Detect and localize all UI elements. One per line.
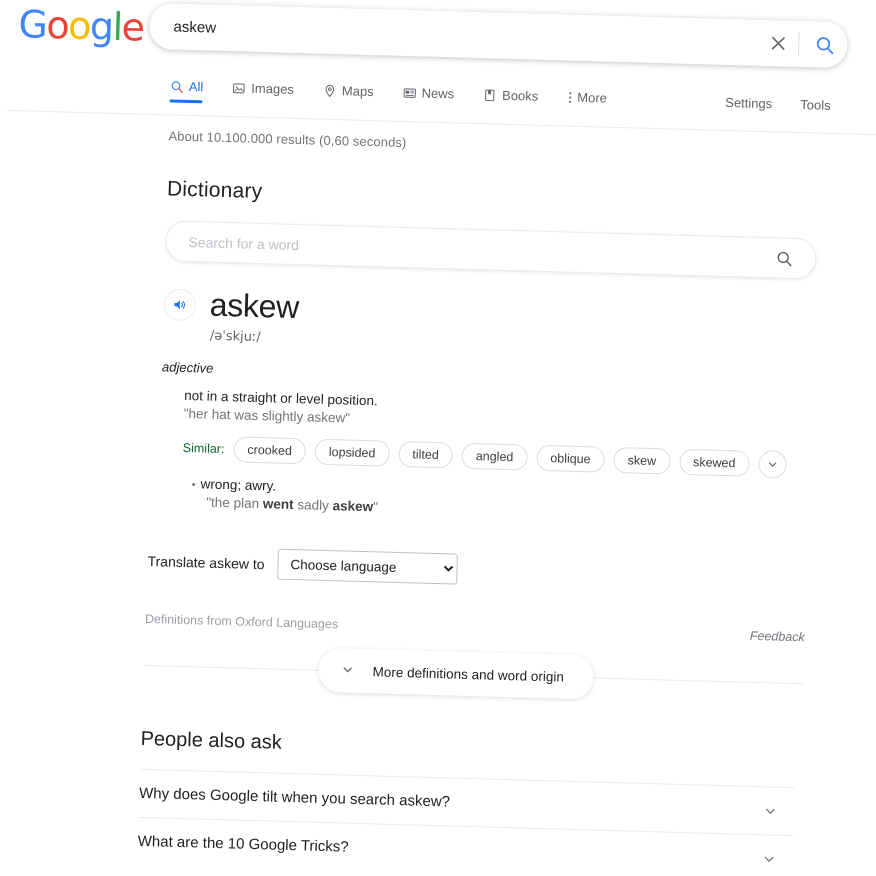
askew-rotated-page: Google askew All Images Maps News Books … (0, 0, 876, 876)
tab-news-label: News (421, 85, 455, 102)
close-icon[interactable] (760, 25, 797, 62)
nav-right-links: Settings Tools (725, 95, 831, 113)
subsense-definition: wrong; awry. (200, 476, 277, 494)
news-icon (402, 85, 416, 99)
search-icon (170, 79, 184, 93)
tab-more-label: More (577, 89, 608, 106)
example-bold-went: went (262, 496, 294, 513)
example-bold-askew: askew (332, 498, 374, 515)
speaker-icon[interactable] (163, 287, 197, 321)
kebab-icon (567, 90, 572, 104)
chevron-down-icon[interactable] (758, 450, 787, 479)
more-definitions-button[interactable]: More definitions and word origin (318, 647, 595, 700)
paa-question: What are the 10 Google Tricks? (137, 832, 349, 856)
synonym-chip[interactable]: angled (461, 442, 528, 471)
dictionary-section-title: Dictionary (166, 177, 263, 204)
tab-all[interactable]: All (169, 76, 204, 103)
synonym-chip[interactable]: oblique (535, 444, 605, 473)
more-definitions-wrap: More definitions and word origin (143, 643, 804, 705)
chevron-down-icon[interactable] (763, 803, 794, 819)
headword: askew (209, 286, 300, 326)
search-icon[interactable] (801, 24, 848, 65)
part-of-speech: adjective (161, 359, 214, 376)
definitions-source: Definitions from Oxford Languages (144, 611, 339, 632)
tools-link[interactable]: Tools (800, 97, 831, 113)
dictionary-word-search (164, 220, 817, 280)
people-also-ask-list: Why does Google tilt when you search ask… (135, 768, 795, 876)
chevron-down-icon[interactable] (761, 851, 792, 867)
synonym-chip[interactable]: skew (613, 446, 671, 475)
settings-link[interactable]: Settings (725, 95, 772, 111)
tab-books[interactable]: Books (483, 85, 539, 113)
main-content: About 10.100.000 results (0,60 seconds) … (0, 111, 876, 876)
word-search-input[interactable] (166, 232, 776, 266)
sense-block: not in a straight or level position. "he… (158, 387, 874, 528)
synonym-chip[interactable]: crooked (233, 436, 307, 465)
tab-images-label: Images (251, 80, 295, 97)
tab-more[interactable]: More (567, 88, 607, 115)
logo-letter-e: e (121, 5, 145, 50)
logo-letter-o1: o (45, 2, 69, 48)
search-bar (148, 2, 848, 69)
language-select[interactable]: Choose language (277, 548, 458, 585)
source-row: Definitions from Oxford Languages Feedba… (145, 612, 805, 644)
more-definitions-label: More definitions and word origin (372, 663, 565, 685)
subsense-example: "the plan went sadly askew" (191, 494, 871, 528)
feedback-link[interactable]: Feedback (750, 629, 805, 645)
tab-maps-label: Maps (341, 83, 374, 100)
synonyms-row: Similar: crooked lopsided tilted angled … (182, 434, 873, 481)
search-divider (797, 31, 800, 56)
tab-books-label: Books (501, 87, 539, 104)
paa-question: Why does Google tilt when you search ask… (138, 784, 451, 811)
chevron-down-icon (340, 662, 354, 679)
bullet-marker: • (191, 479, 196, 492)
translate-label: Translate askew to (147, 552, 265, 572)
synonym-chip[interactable]: lopsided (314, 438, 390, 467)
tab-maps[interactable]: Maps (322, 81, 374, 108)
book-icon (483, 88, 497, 102)
nav-tabs: All Images Maps News Books More (169, 76, 636, 115)
subsense-block: • wrong; awry. "the plan went sadly askew… (181, 476, 872, 528)
people-also-ask-title: People also ask (140, 727, 283, 754)
tab-images[interactable]: Images (232, 78, 294, 106)
example-suffix: " (372, 499, 379, 515)
pin-icon (323, 83, 337, 97)
logo-letter-g2: g (89, 4, 114, 49)
example-prefix: "the plan (206, 494, 264, 512)
tab-all-label: All (188, 78, 204, 95)
search-icon[interactable] (775, 249, 815, 268)
logo-letter-g1: G (17, 2, 48, 47)
logo-letter-o2: o (67, 3, 91, 49)
similar-label: Similar: (182, 440, 225, 457)
google-logo[interactable]: Google (18, 2, 144, 49)
tab-news[interactable]: News (402, 83, 454, 110)
example-mid: sadly (293, 497, 333, 514)
image-icon (232, 81, 246, 95)
synonym-chip[interactable]: tilted (398, 440, 454, 469)
search-input[interactable] (148, 2, 761, 66)
synonym-chip[interactable]: skewed (678, 448, 750, 477)
translate-row: Translate askew to Choose language (147, 545, 870, 596)
